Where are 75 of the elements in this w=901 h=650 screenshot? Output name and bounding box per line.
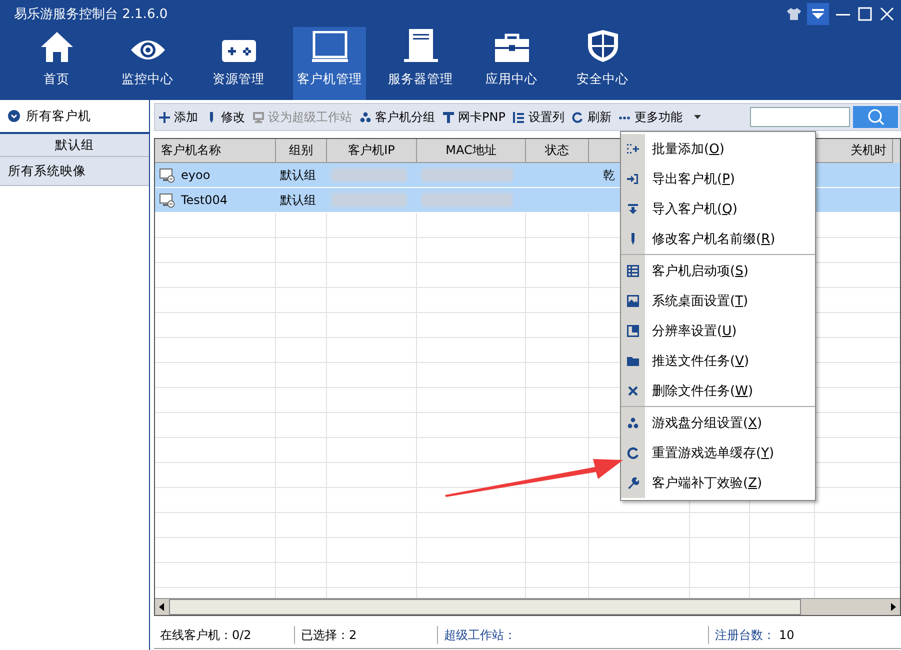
menu-item[interactable]: 分辨率设置(U) <box>621 316 815 346</box>
status-text: 超级工作站： <box>444 626 516 644</box>
nav-tab[interactable]: 安全中心 <box>566 27 639 100</box>
maximize-icon[interactable] <box>857 6 873 22</box>
caret-icon <box>694 114 702 120</box>
table-cell: 默认组 <box>280 192 316 208</box>
status-text: 在线客户机：0/2 <box>160 626 252 644</box>
plus-icon <box>159 112 170 122</box>
sidebar-item[interactable]: 所有系统映像 <box>0 157 149 186</box>
horizontal-scrollbar[interactable] <box>155 598 900 615</box>
close-icon[interactable] <box>879 6 895 22</box>
list-icon <box>513 112 524 122</box>
status-text: 注册台数： <box>715 626 775 644</box>
toolbox-icon <box>494 33 530 63</box>
export-icon <box>627 173 639 185</box>
wrench-icon <box>627 477 639 489</box>
frame-icon <box>627 325 639 337</box>
toolbar-button[interactable]: 修改 <box>202 108 249 126</box>
menu-item[interactable]: 重置游戏选单缓存(Y) <box>621 438 815 468</box>
nav-tab[interactable]: 资源管理 <box>202 27 275 100</box>
computer-icon <box>159 192 175 208</box>
nav-tab[interactable]: 监控中心 <box>111 27 184 100</box>
image-icon <box>627 295 639 307</box>
toolbar-button[interactable]: 刷新 <box>568 108 616 126</box>
nav-tab[interactable]: 客户机管理 <box>293 27 366 100</box>
import-icon <box>627 203 639 215</box>
search-field[interactable] <box>750 107 850 127</box>
refresh-icon <box>572 112 584 122</box>
menu-item[interactable]: 系统桌面设置(T) <box>621 286 815 316</box>
menu-item[interactable]: 批量添加(O) <box>621 134 815 164</box>
sidebar-item[interactable]: 默认组 <box>0 134 149 157</box>
toolbar-button[interactable]: 客户机分组 <box>356 108 439 126</box>
cross-icon <box>627 385 639 397</box>
monitor-icon <box>253 112 264 122</box>
menu-item[interactable]: 客户端补丁效验(Z) <box>621 468 815 498</box>
shield-icon <box>586 29 618 63</box>
list-icon <box>627 264 639 276</box>
shirt-icon[interactable] <box>787 8 801 20</box>
dots-icon <box>360 112 371 122</box>
table-cell: eyoo <box>181 168 210 182</box>
status-value: 10 <box>779 628 794 642</box>
table-cell: Test004 <box>181 193 228 207</box>
computer-icon <box>159 167 175 183</box>
menu-item[interactable]: 删除文件任务(W) <box>621 376 815 406</box>
table-cell: 默认组 <box>280 166 316 184</box>
dots-icon <box>627 416 639 428</box>
search-button[interactable] <box>853 106 898 128</box>
menu-item[interactable]: 游戏盘分组设置(X) <box>621 406 815 438</box>
folder-icon <box>627 355 639 367</box>
server-icon <box>404 29 438 63</box>
gamepad-icon <box>220 39 256 63</box>
toolbar-button[interactable]: 网卡PNP <box>439 108 510 126</box>
status-text: 已选择：2 <box>301 626 357 644</box>
menu-item[interactable]: 导出客户机(P) <box>621 164 815 194</box>
scroll-thumb[interactable] <box>169 599 801 615</box>
menu-item[interactable]: 推送文件任务(V) <box>621 346 815 376</box>
refresh-icon <box>627 447 639 459</box>
dropdown-icon[interactable] <box>807 2 829 24</box>
monitor-icon <box>312 31 348 63</box>
toolbar-button[interactable]: 设置列 <box>509 108 568 126</box>
search-icon <box>866 108 884 126</box>
window-title: 易乐游服务控制台 2.1.6.0 <box>14 6 168 22</box>
nav-tab[interactable]: 应用中心 <box>475 27 548 100</box>
toolbar-button[interactable]: 添加 <box>155 108 202 126</box>
nav-tab[interactable]: 首页 <box>20 27 93 100</box>
house-icon <box>40 31 74 63</box>
nav-tab[interactable]: 服务器管理 <box>384 27 457 100</box>
menu-item[interactable]: 修改客户机名前缀(R) <box>621 224 815 254</box>
menu-item[interactable]: 导入客户机(Q) <box>621 194 815 224</box>
menu-item[interactable]: 客户机启动项(S) <box>621 254 815 286</box>
toolbar-button[interactable]: 更多功能 <box>615 108 706 126</box>
collapse-icon[interactable] <box>8 110 20 122</box>
add-icon <box>627 143 639 155</box>
table-cell: 乾 <box>603 166 615 184</box>
tee-icon <box>443 112 454 122</box>
